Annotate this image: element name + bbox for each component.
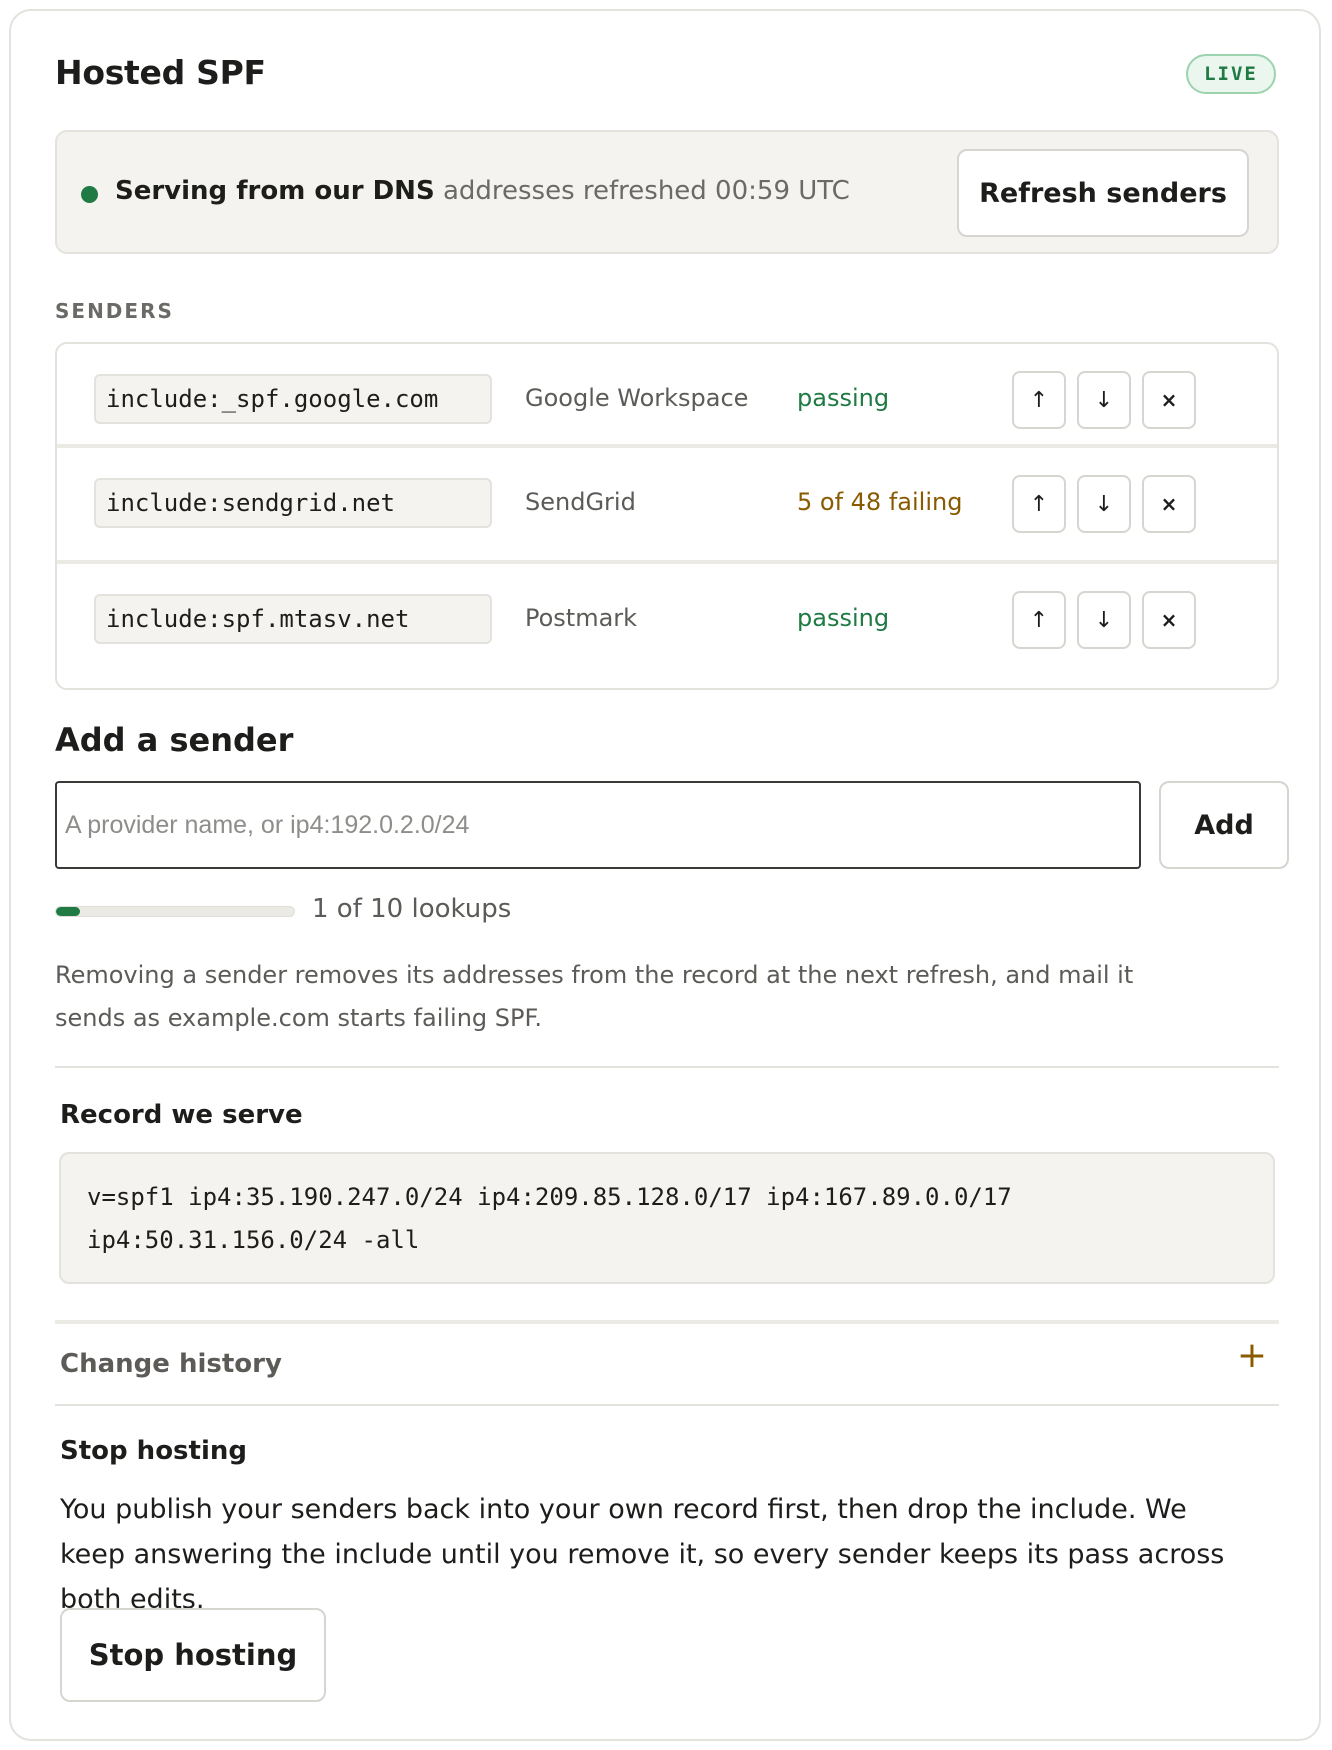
status-text: Serving from our DNS addresses refreshed… — [115, 176, 850, 206]
sender-row: include:sendgrid.net SendGrid 5 of 48 fa… — [57, 444, 1277, 562]
senders-section-label: SENDERS — [55, 299, 174, 323]
refresh-senders-button[interactable]: Refresh senders — [957, 149, 1249, 237]
arrow-up-icon: ↑ — [1029, 607, 1049, 633]
page-title: Hosted SPF — [55, 53, 266, 92]
close-icon: × — [1160, 608, 1178, 632]
change-history-label: Change history — [60, 1349, 282, 1379]
change-history-toggle[interactable]: Change history + — [55, 1324, 1279, 1406]
move-up-button[interactable]: ↑ — [1012, 591, 1066, 649]
spf-record-value[interactable]: v=spf1 ip4:35.190.247.0/24 ip4:209.85.12… — [87, 1176, 1207, 1262]
status-panel: Serving from our DNS addresses refreshed… — [55, 130, 1279, 254]
move-up-button[interactable]: ↑ — [1012, 475, 1066, 533]
close-icon: × — [1160, 388, 1178, 412]
sender-status: 5 of 48 failing — [797, 488, 963, 516]
lookup-count: 1 of 10 lookups — [312, 894, 512, 924]
add-sender-input[interactable] — [55, 781, 1141, 869]
stop-hosting-heading: Stop hosting — [60, 1436, 247, 1466]
stop-hosting-description: You publish your senders back into your … — [60, 1494, 1225, 1615]
hosted-spf-card: Hosted SPF LIVE Serving from our DNS add… — [9, 9, 1321, 1741]
sender-provider: Postmark — [525, 604, 638, 632]
sender-row: include:_spf.google.com Google Workspace… — [57, 344, 1277, 458]
divider — [55, 1404, 1279, 1406]
sender-mechanism[interactable]: include:sendgrid.net — [94, 478, 492, 528]
removal-note: Removing a sender removes its addresses … — [55, 961, 1134, 1032]
lookup-meter-fill — [56, 907, 80, 916]
sender-row: include:spf.mtasv.net Postmark passing ↑… — [57, 560, 1277, 678]
live-badge: LIVE — [1186, 54, 1276, 94]
stop-hosting-button[interactable]: Stop hosting — [60, 1608, 326, 1702]
remove-sender-button[interactable]: × — [1142, 371, 1196, 429]
divider — [55, 1066, 1279, 1068]
move-up-button[interactable]: ↑ — [1012, 371, 1066, 429]
sender-mechanism[interactable]: include:spf.mtasv.net — [94, 594, 492, 644]
arrow-down-icon: ↓ — [1094, 491, 1114, 517]
arrow-up-icon: ↑ — [1029, 491, 1049, 517]
status-detail: addresses refreshed 00:59 UTC — [442, 176, 850, 206]
record-box: v=spf1 ip4:35.190.247.0/24 ip4:209.85.12… — [59, 1152, 1275, 1284]
sender-mechanism[interactable]: include:_spf.google.com — [94, 374, 492, 424]
sender-provider: SendGrid — [525, 488, 636, 516]
add-sender-heading: Add a sender — [55, 721, 294, 759]
plus-icon: + — [1236, 1335, 1267, 1376]
sender-status: passing — [797, 384, 890, 412]
move-down-button[interactable]: ↓ — [1077, 591, 1131, 649]
sender-status: passing — [797, 604, 890, 632]
sender-provider: Google Workspace — [525, 384, 749, 412]
arrow-down-icon: ↓ — [1094, 607, 1114, 633]
senders-list: include:_spf.google.com Google Workspace… — [55, 342, 1279, 690]
arrow-up-icon: ↑ — [1029, 387, 1049, 413]
status-dot-icon — [81, 186, 98, 203]
move-down-button[interactable]: ↓ — [1077, 475, 1131, 533]
record-heading: Record we serve — [60, 1100, 303, 1130]
lookup-meter — [55, 906, 295, 917]
remove-sender-button[interactable]: × — [1142, 475, 1196, 533]
status-headline: Serving from our DNS — [115, 176, 435, 206]
add-sender-button[interactable]: Add — [1159, 781, 1289, 869]
close-icon: × — [1160, 492, 1178, 516]
move-down-button[interactable]: ↓ — [1077, 371, 1131, 429]
arrow-down-icon: ↓ — [1094, 387, 1114, 413]
remove-sender-button[interactable]: × — [1142, 591, 1196, 649]
